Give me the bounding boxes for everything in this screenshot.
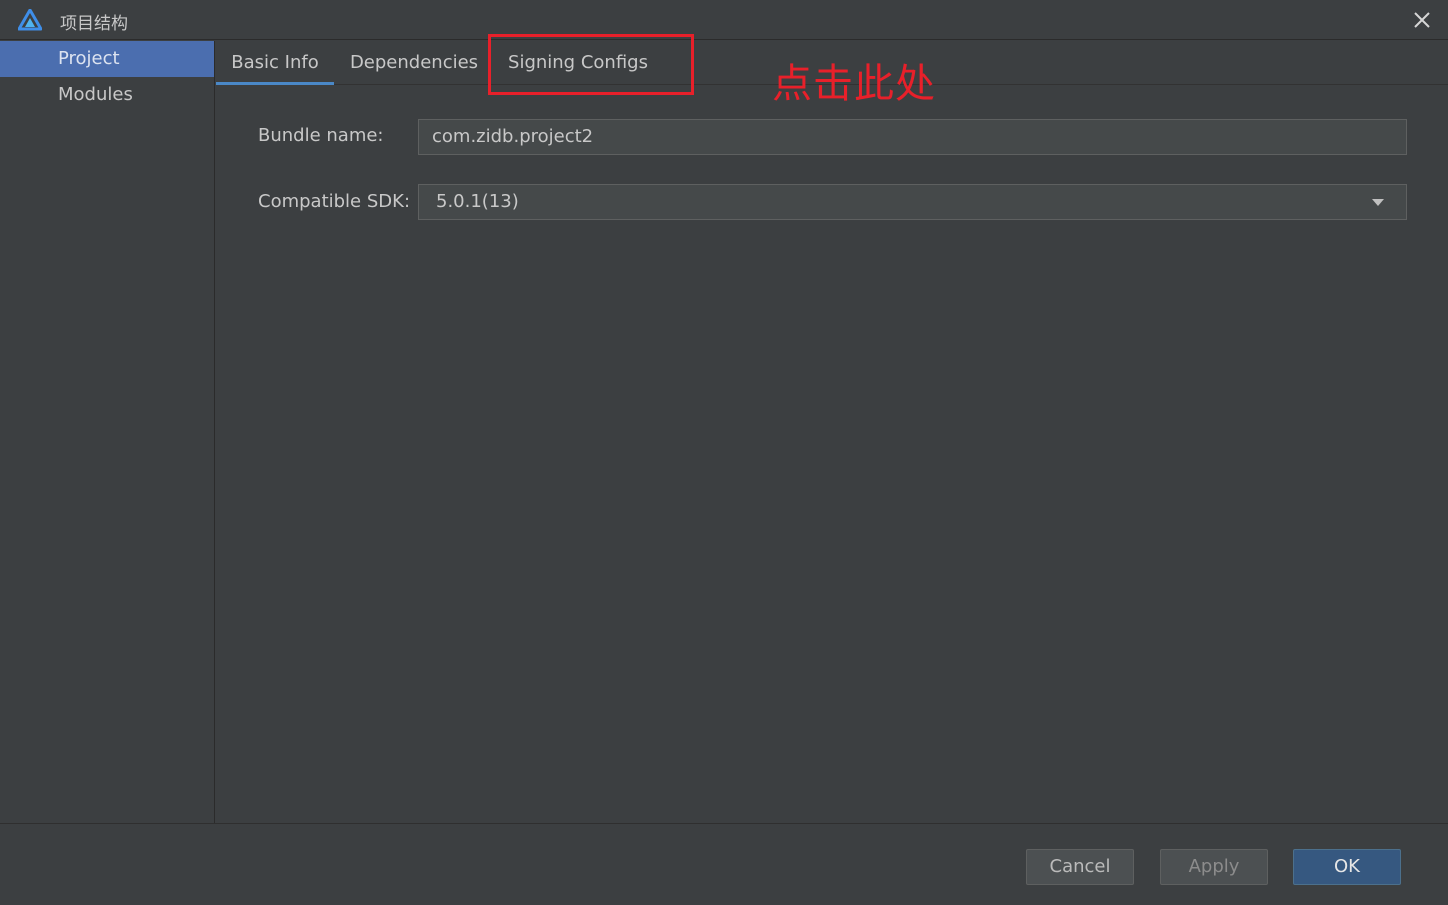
footer: Cancel Apply OK [0, 823, 1448, 905]
tab-dependencies[interactable]: Dependencies [336, 41, 492, 85]
bundle-name-field[interactable]: com.zidb.project2 [418, 119, 1407, 155]
chevron-down-icon [1372, 199, 1384, 206]
tab-basic-info[interactable]: Basic Info [216, 41, 334, 85]
bundle-name-label: Bundle name: [258, 125, 384, 146]
compatible-sdk-value: 5.0.1(13) [436, 191, 519, 212]
app-logo-icon [18, 9, 42, 31]
title-bar: 项目结构 [0, 0, 1448, 40]
sidebar: Project Modules [0, 41, 215, 823]
sidebar-item-modules[interactable]: Modules [0, 77, 214, 113]
sidebar-item-project[interactable]: Project [0, 41, 214, 77]
compatible-sdk-label: Compatible SDK: [258, 191, 411, 212]
tab-signing-configs[interactable]: Signing Configs [492, 41, 664, 85]
window-title: 项目结构 [60, 14, 128, 34]
tab-bar: Basic Info Dependencies Signing Configs … [216, 34, 1448, 107]
main-panel: Basic Info Dependencies Signing Configs … [216, 34, 1448, 823]
close-icon[interactable] [1410, 8, 1434, 32]
ok-button[interactable]: OK [1293, 849, 1401, 885]
cancel-button[interactable]: Cancel [1026, 849, 1134, 885]
apply-button[interactable]: Apply [1160, 849, 1268, 885]
compatible-sdk-select[interactable]: 5.0.1(13) [418, 184, 1407, 220]
annotation-text: 点击此处 [772, 61, 936, 107]
